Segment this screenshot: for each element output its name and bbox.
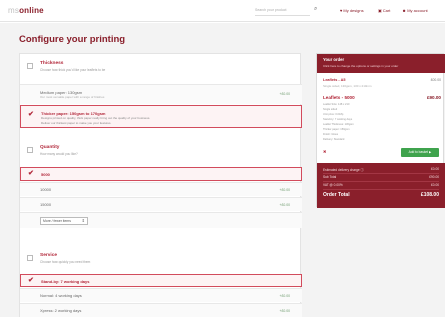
option-desc-2: Deliver our thickest paper to make you y… — [41, 121, 112, 125]
option-price: +£0.00 — [279, 309, 290, 313]
user-icon: ☻ — [402, 8, 407, 13]
divider — [323, 189, 439, 190]
total-value: £0.00 — [431, 167, 439, 171]
add-to-basket-button[interactable]: Add to basket ▶ — [401, 148, 439, 157]
option-price: +£0.00 — [279, 294, 290, 298]
item-desc: Single sided, 130gsm, 130 x 210mm — [323, 84, 372, 88]
order-summary: Your order Click here to change the opti… — [316, 53, 445, 208]
option-price: +£0.00 — [279, 92, 290, 96]
configuration-panel: Thickness Choose how thick you'd like yo… — [19, 53, 302, 317]
check-icon: ✔ — [28, 111, 34, 118]
option-desc: Designs printed on quality, thick paper … — [41, 116, 151, 120]
logo-main: online — [19, 6, 44, 15]
nav-cart[interactable]: ▣Cart — [378, 8, 390, 13]
option-desc: Our most versatile paper with a range of… — [40, 95, 105, 99]
option-label: 10000 — [40, 187, 52, 192]
spec-line: Stand-by: 7 working days — [323, 118, 353, 121]
spec-line: Leaflet Thickness: 130gsm — [323, 123, 354, 126]
item-price: £90.00 — [426, 95, 441, 100]
page-body: Configure your printing Thickness Choose… — [0, 23, 445, 317]
quantity-select[interactable]: More / fewer items ⇕ — [40, 217, 88, 225]
spec-line: Single sided — [323, 108, 338, 111]
spec-line: Unit price: 0.018p — [323, 113, 344, 116]
total-row-vat: VAT @ 0.00% £0.00 — [323, 183, 439, 187]
search-input[interactable]: Search your product — [255, 8, 310, 16]
option-standby[interactable]: ✔ Stand-by: 7 working days — [20, 274, 302, 287]
order-total-label: Order Total — [323, 192, 350, 198]
order-header: Your order Click here to change the opti… — [317, 54, 445, 73]
section-checkbox[interactable] — [27, 255, 33, 261]
option-label: Xpress: 2 working days — [40, 308, 82, 313]
section-checkbox[interactable] — [27, 63, 33, 69]
divider — [323, 173, 439, 174]
item-name: Leaflets - 5000 — [323, 95, 355, 100]
option-label: Stand-by: 7 working days — [41, 279, 90, 284]
nav-my-designs[interactable]: ♥My designs — [340, 8, 364, 13]
section-subtitle: How many would you like? — [40, 152, 78, 156]
total-label: Sub Total — [323, 175, 337, 179]
option-price: +£0.00 — [279, 188, 290, 192]
order-total-row: Order Total £108.00 — [323, 192, 439, 198]
section-title: Quantity — [40, 145, 60, 150]
spec-line: Finish: Gloss — [323, 133, 338, 136]
option-label: 15000 — [40, 202, 52, 207]
check-icon: ✔ — [28, 170, 34, 177]
page-title: Configure your printing — [19, 34, 126, 45]
order-totals: Estimated delivery charge ⓘ £0.00 Sub To… — [317, 163, 445, 208]
section-quantity[interactable]: Quantity How many would you like? — [20, 138, 302, 168]
order-title: Your order — [323, 57, 345, 62]
option-label: 5000 — [41, 172, 50, 177]
nav-label: My account — [407, 8, 428, 13]
section-subtitle: Choose how thick you'd like your leaflet… — [40, 68, 106, 72]
option-label: Normal: 4 working days — [40, 293, 82, 298]
option-qty-5000[interactable]: ✔ 5000 — [20, 167, 302, 181]
site-logo[interactable]: msonline — [8, 6, 44, 15]
total-label: Estimated delivery charge ⓘ — [323, 168, 364, 172]
section-subtitle: Choose how quickly you need them — [40, 260, 91, 264]
option-normal[interactable]: Normal: 4 working days +£0.00 — [20, 288, 302, 302]
logo-prefix: ms — [8, 6, 20, 15]
total-row-delivery: Estimated delivery charge ⓘ £0.00 — [323, 167, 439, 172]
order-subtitle: Click here to change the options or sett… — [323, 64, 399, 68]
nav-label: My designs — [343, 8, 364, 13]
order-total-value: £108.00 — [420, 192, 439, 198]
section-thickness[interactable]: Thickness Choose how thick you'd like yo… — [20, 54, 302, 84]
check-icon: ✔ — [28, 277, 34, 284]
item-price: £00.00 — [430, 78, 441, 82]
divider — [323, 181, 439, 182]
section-title: Thickness — [40, 61, 64, 66]
section-title: Service — [40, 253, 58, 258]
remove-item-icon[interactable]: ✖ — [323, 149, 326, 154]
spec-line: Delivery: Standard — [323, 138, 345, 141]
total-value: £0.00 — [431, 183, 439, 187]
chevron-updown-icon: ⇕ — [81, 218, 85, 223]
total-row-subtotal: Sub Total £90.00 — [323, 175, 439, 179]
item-name: Leaflets - A5 — [323, 78, 346, 82]
option-thicker-paper[interactable]: ✔ Thicker paper: 150gsm to 170gsm Design… — [20, 105, 302, 128]
option-medium-paper[interactable]: Medium paper: 130gsm Our most versatile … — [20, 84, 302, 104]
option-qty-10000[interactable]: 10000 +£0.00 — [20, 182, 302, 196]
cart-icon: ▣ — [378, 8, 382, 13]
total-label: VAT @ 0.00% — [323, 183, 343, 187]
option-qty-15000[interactable]: 15000 +£0.00 — [20, 197, 302, 211]
spec-line: Thicker paper: 150gsm — [323, 128, 350, 131]
nav-label: Cart — [382, 8, 391, 13]
section-checkbox[interactable] — [27, 147, 33, 153]
top-bar: msonline Search your product ⌕ ♥My desig… — [0, 0, 445, 22]
option-xpress[interactable]: Xpress: 2 working days +£0.00 — [20, 303, 302, 317]
option-qty-custom-row: More / fewer items ⇕ — [20, 212, 302, 228]
total-value: £90.00 — [429, 175, 439, 179]
select-value: More / fewer items — [43, 219, 71, 223]
option-price: +£0.00 — [279, 203, 290, 207]
spec-line: Leaflet Size: 148 x 210 — [323, 103, 350, 106]
section-service[interactable]: Service Choose how quickly you need them — [20, 246, 302, 276]
search-icon[interactable]: ⌕ — [314, 6, 317, 13]
nav-my-account[interactable]: ☻My account — [402, 8, 428, 13]
